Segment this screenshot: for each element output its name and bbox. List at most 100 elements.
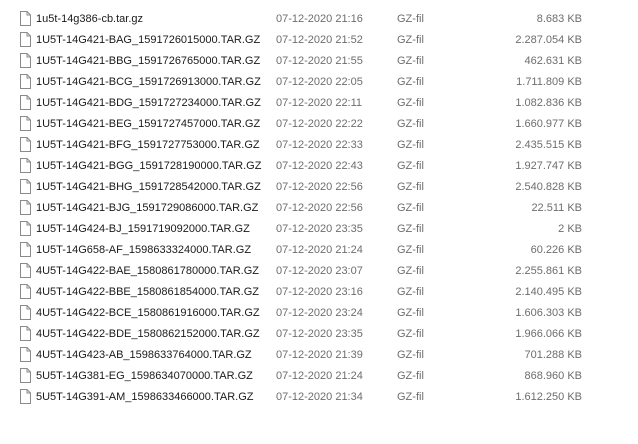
file-name: 5U5T-14G391-AM_1598633466000.TAR.GZ [36, 391, 254, 403]
file-row[interactable]: 4U5T-14G422-BBE_1580861854000.TAR.GZ 07-… [0, 282, 638, 303]
document-icon [20, 74, 31, 89]
file-row[interactable]: 4U5T-14G422-BCE_1580861916000.TAR.GZ 07-… [0, 303, 638, 324]
file-name: 1U5T-14G658-AF_1598633324000.TAR.GZ [36, 244, 252, 256]
file-date-modified: 07-12-2020 23:35 [276, 223, 363, 235]
document-icon [20, 221, 31, 236]
file-name: 4U5T-14G422-BBE_1580861854000.TAR.GZ [36, 286, 259, 298]
file-date-modified: 07-12-2020 22:56 [276, 181, 363, 193]
file-row[interactable]: 1U5T-14G421-BEG_1591727457000.TAR.GZ 07-… [0, 114, 638, 135]
document-icon [20, 179, 31, 194]
file-type: GZ-fil [397, 34, 424, 46]
file-type: GZ-fil [397, 370, 424, 382]
file-type: GZ-fil [397, 265, 424, 277]
file-date-modified: 07-12-2020 22:33 [276, 139, 363, 151]
file-size: 2.140.495 KB [515, 286, 582, 298]
file-type: GZ-fil [397, 391, 424, 403]
file-name: 1U5T-14G421-BBG_1591726765000.TAR.GZ [36, 55, 261, 67]
file-date-modified: 07-12-2020 21:39 [276, 349, 363, 361]
file-name: 1U5T-14G421-BEG_1591727457000.TAR.GZ [36, 118, 261, 130]
file-row[interactable]: 1U5T-14G421-BFG_1591727753000.TAR.GZ 07-… [0, 135, 638, 156]
file-type: GZ-fil [397, 118, 424, 130]
document-icon [20, 11, 31, 26]
document-icon [20, 263, 31, 278]
file-date-modified: 07-12-2020 23:35 [276, 328, 363, 340]
file-row[interactable]: 1U5T-14G421-BBG_1591726765000.TAR.GZ 07-… [0, 51, 638, 72]
document-icon [20, 95, 31, 110]
document-icon [20, 53, 31, 68]
file-row[interactable]: 1U5T-14G421-BAG_1591726015000.TAR.GZ 07-… [0, 30, 638, 51]
file-size: 701.288 KB [524, 349, 583, 361]
file-date-modified: 07-12-2020 22:56 [276, 202, 363, 214]
file-row[interactable]: 4U5T-14G422-BAE_1580861780000.TAR.GZ 07-… [0, 261, 638, 282]
file-size: 8.683 KB [536, 13, 582, 25]
file-name: 4U5T-14G422-BAE_1580861780000.TAR.GZ [36, 265, 259, 277]
file-size: 1.927.747 KB [515, 160, 582, 172]
file-type: GZ-fil [397, 76, 424, 88]
file-size: 1.606.303 KB [515, 307, 582, 319]
file-type: GZ-fil [397, 244, 424, 256]
file-name: 1U5T-14G421-BAG_1591726015000.TAR.GZ [36, 34, 261, 46]
file-date-modified: 07-12-2020 23:16 [276, 286, 363, 298]
file-row[interactable]: 5U5T-14G391-AM_1598633466000.TAR.GZ 07-1… [0, 387, 638, 408]
document-icon [20, 305, 31, 320]
file-row[interactable]: 1U5T-14G421-BCG_1591726913000.TAR.GZ 07-… [0, 72, 638, 93]
file-list: 1u5t-14g386-cb.tar.gz 07-12-2020 21:16 G… [0, 9, 638, 408]
file-type: GZ-fil [397, 160, 424, 172]
file-size: 1.966.066 KB [515, 328, 582, 340]
file-row[interactable]: 1U5T-14G421-BHG_1591728542000.TAR.GZ 07-… [0, 177, 638, 198]
file-date-modified: 07-12-2020 21:52 [276, 34, 363, 46]
file-type: GZ-fil [397, 223, 424, 235]
file-type: GZ-fil [397, 97, 424, 109]
file-date-modified: 07-12-2020 22:43 [276, 160, 363, 172]
file-row[interactable]: 1U5T-14G421-BDG_1591727234000.TAR.GZ 07-… [0, 93, 638, 114]
file-date-modified: 07-12-2020 21:55 [276, 55, 363, 67]
file-size: 1.660.977 KB [515, 118, 582, 130]
file-size: 462.631 KB [524, 55, 583, 67]
file-type: GZ-fil [397, 55, 424, 67]
file-date-modified: 07-12-2020 21:24 [276, 244, 363, 256]
file-type: GZ-fil [397, 328, 424, 340]
file-row[interactable]: 4U5T-14G422-BDE_1580862152000.TAR.GZ 07-… [0, 324, 638, 345]
document-icon [20, 284, 31, 299]
file-date-modified: 07-12-2020 22:05 [276, 76, 363, 88]
file-name: 4U5T-14G422-BCE_1580861916000.TAR.GZ [36, 307, 260, 319]
file-name: 5U5T-14G381-EG_1598634070000.TAR.GZ [36, 370, 253, 382]
file-name: 4U5T-14G423-AB_1598633764000.TAR.GZ [36, 349, 252, 361]
file-date-modified: 07-12-2020 23:07 [276, 265, 363, 277]
file-row[interactable]: 1U5T-14G658-AF_1598633324000.TAR.GZ 07-1… [0, 240, 638, 261]
file-date-modified: 07-12-2020 22:22 [276, 118, 363, 130]
document-icon [20, 368, 31, 383]
file-size: 1.082.836 KB [515, 97, 582, 109]
document-icon [20, 200, 31, 215]
file-size: 2 KB [558, 223, 582, 235]
file-type: GZ-fil [397, 181, 424, 193]
file-size: 868.960 KB [524, 370, 583, 382]
file-name: 1U5T-14G421-BCG_1591726913000.TAR.GZ [36, 76, 261, 88]
document-icon [20, 347, 31, 362]
file-size: 1.711.809 KB [516, 76, 582, 88]
document-icon [20, 389, 31, 404]
file-type: GZ-fil [397, 349, 424, 361]
file-size: 2.435.515 KB [515, 139, 582, 151]
document-icon [20, 32, 31, 47]
file-row[interactable]: 1U5T-14G421-BJG_1591729086000.TAR.GZ 07-… [0, 198, 638, 219]
file-date-modified: 07-12-2020 21:24 [276, 370, 363, 382]
file-type: GZ-fil [397, 286, 424, 298]
file-type: GZ-fil [397, 13, 424, 25]
file-size: 2.287.054 KB [515, 34, 582, 46]
file-name: 1U5T-14G421-BFG_1591727753000.TAR.GZ [36, 139, 260, 151]
file-name: 1U5T-14G421-BJG_1591729086000.TAR.GZ [36, 202, 259, 214]
file-size: 2.540.828 KB [515, 181, 582, 193]
file-row[interactable]: 1U5T-14G421-BGG_1591728190000.TAR.GZ 07-… [0, 156, 638, 177]
file-date-modified: 07-12-2020 23:24 [276, 307, 363, 319]
file-row[interactable]: 1U5T-14G424-BJ_1591719092000.TAR.GZ 07-1… [0, 219, 638, 240]
file-name: 1U5T-14G424-BJ_1591719092000.TAR.GZ [36, 223, 250, 235]
file-row[interactable]: 1u5t-14g386-cb.tar.gz 07-12-2020 21:16 G… [0, 9, 638, 30]
file-type: GZ-fil [397, 307, 424, 319]
document-icon [20, 326, 31, 341]
file-name: 4U5T-14G422-BDE_1580862152000.TAR.GZ [36, 328, 260, 340]
document-icon [20, 158, 31, 173]
file-row[interactable]: 4U5T-14G423-AB_1598633764000.TAR.GZ 07-1… [0, 345, 638, 366]
file-date-modified: 07-12-2020 21:16 [276, 13, 363, 25]
file-row[interactable]: 5U5T-14G381-EG_1598634070000.TAR.GZ 07-1… [0, 366, 638, 387]
